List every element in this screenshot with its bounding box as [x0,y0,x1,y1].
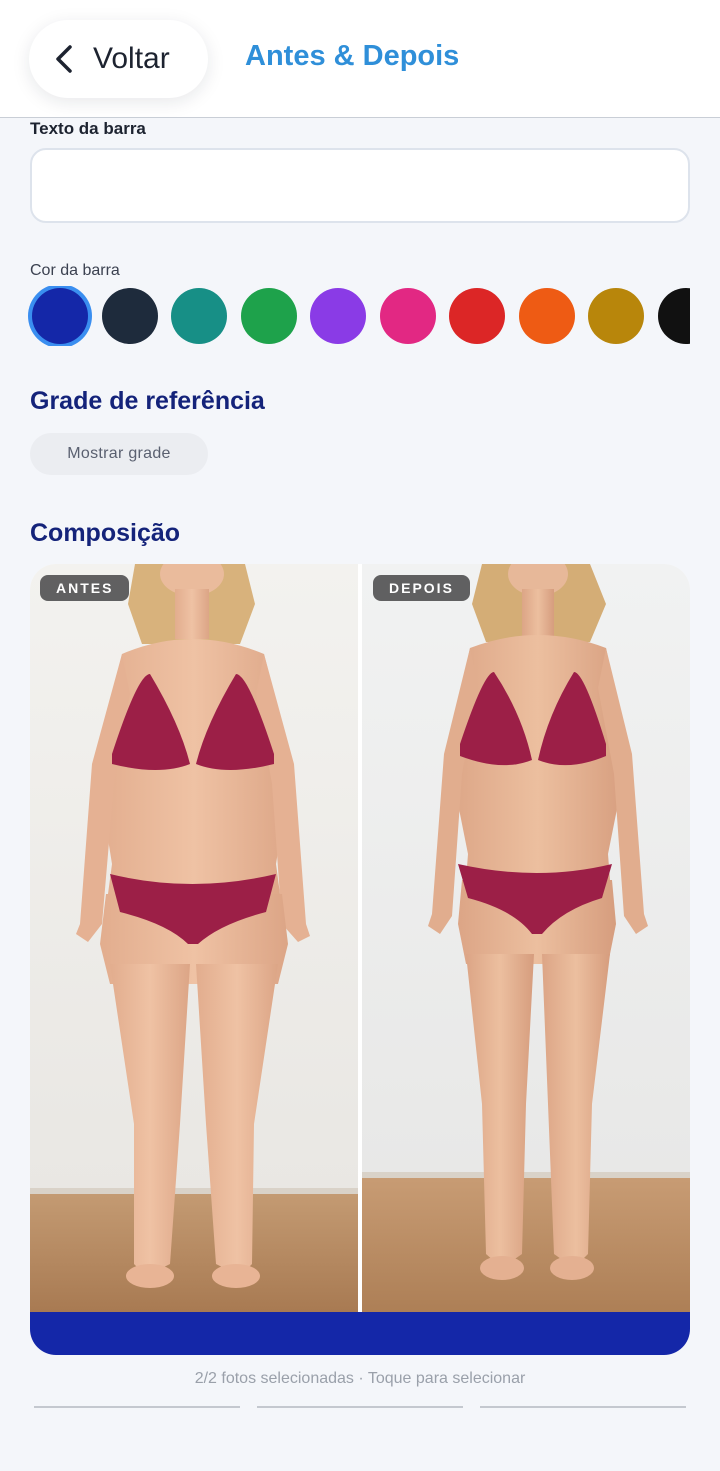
after-photo-image [362,564,690,1312]
selection-status: 2/2 fotos selecionadas · Toque para sele… [194,1370,526,1387]
after-badge: DEPOIS [373,575,470,601]
color-swatch-1[interactable] [32,288,88,344]
bar-text-input[interactable] [30,148,690,223]
page-indicator-3 [480,1406,686,1408]
after-photo[interactable]: DEPOIS [362,564,690,1312]
show-grid-toggle[interactable]: Mostrar grade [30,433,208,475]
color-swatch-9[interactable] [588,288,644,344]
bar-text-label: Texto da barra [30,119,146,138]
composition-preview[interactable]: ANTES DEPOIS [30,564,690,1355]
bar-color-label: Cor da barra [30,262,120,279]
chevron-left-icon [56,45,72,73]
before-photo[interactable]: ANTES [30,564,358,1312]
color-swatch-3[interactable] [171,288,227,344]
color-swatch-2[interactable] [101,288,158,344]
color-swatch-10[interactable] [657,288,690,344]
color-swatch-8[interactable] [518,288,575,344]
color-swatch-row [28,286,690,346]
back-button-label: Voltar [93,42,170,75]
color-swatch-4[interactable] [240,288,297,344]
color-swatch-7[interactable] [449,288,505,344]
back-button[interactable]: Voltar [29,20,208,98]
top-bar: Voltar Antes & Depois [0,0,720,118]
before-badge: ANTES [40,575,130,601]
reference-grid-title: Grade de referência [30,387,265,415]
page-indicator-2 [257,1406,463,1408]
color-swatch-5[interactable] [310,288,366,344]
color-swatch-6[interactable] [379,288,436,344]
page-indicator-1 [34,1406,240,1408]
page-title: Antes & Depois [245,40,460,72]
composition-title: Composição [30,519,181,547]
composition-color-bar [30,1312,690,1355]
before-photo-image [30,564,358,1312]
